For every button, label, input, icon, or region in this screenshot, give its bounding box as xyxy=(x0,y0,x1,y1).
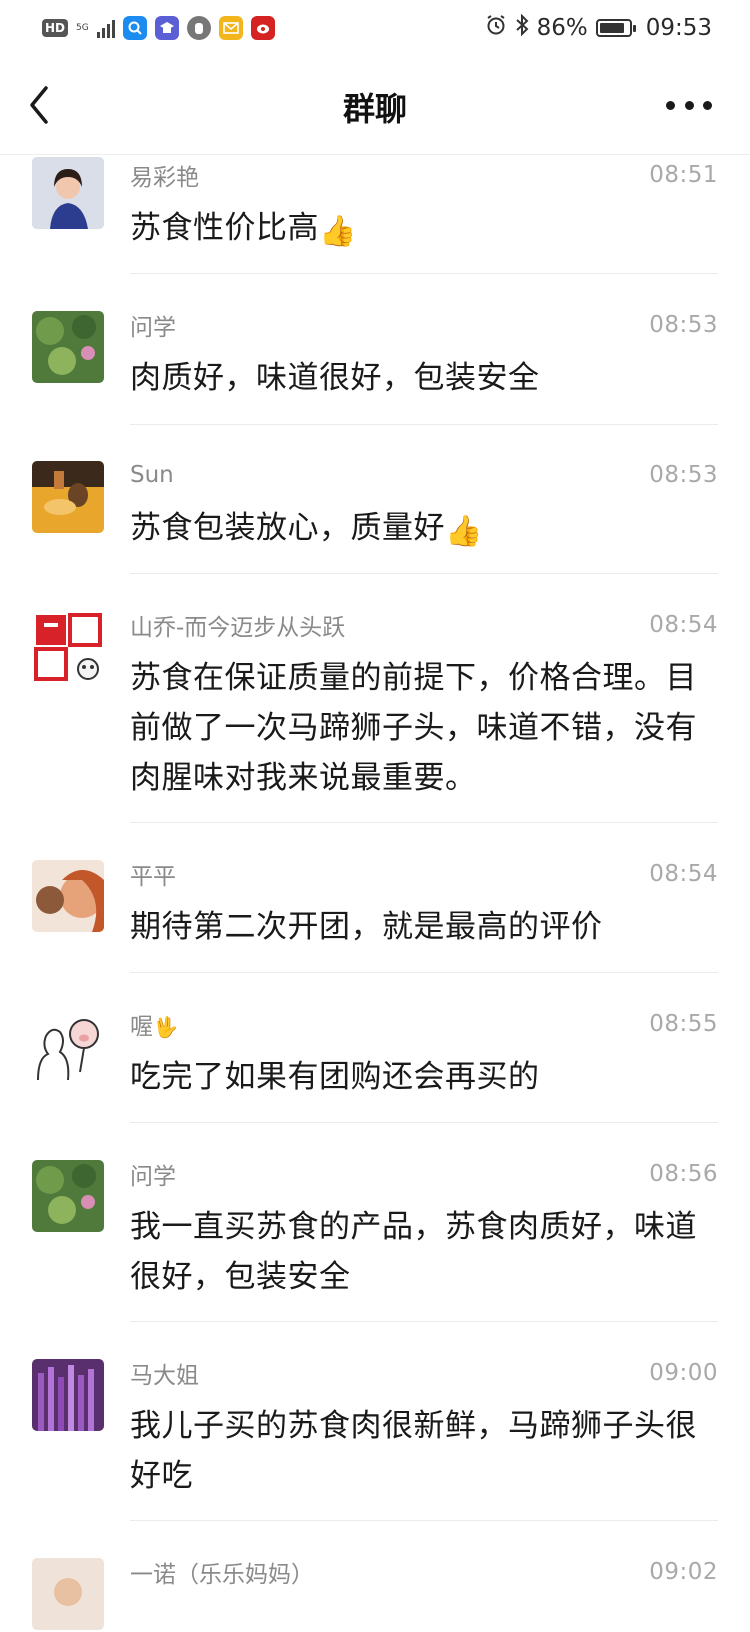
more-dot-icon xyxy=(684,100,694,110)
sender-name: 问学 xyxy=(130,315,176,341)
thumbs-up-icon: 👍 xyxy=(319,214,357,249)
avatar[interactable] xyxy=(32,1359,104,1431)
avatar[interactable] xyxy=(32,860,104,932)
network-type: 5G xyxy=(76,23,89,33)
message-time: 08:55 xyxy=(649,1011,718,1037)
message-time: 08:56 xyxy=(649,1161,718,1187)
more-options-button[interactable] xyxy=(666,90,712,120)
alarm-icon xyxy=(485,14,507,42)
message-time: 09:02 xyxy=(649,1559,718,1585)
message-content: 苏食性价比高 xyxy=(130,210,319,246)
hand-app-icon xyxy=(186,16,211,40)
page-title: 群聊 xyxy=(342,90,407,128)
message-body: 问学 08:53 肉质好，味道很好，包装安全 xyxy=(130,305,718,425)
message-body: 喔🖖 08:55 吃完了如果有团购还会再买的 xyxy=(130,1004,718,1123)
message-text: 苏食性价比高👍 xyxy=(130,203,718,253)
message-text: 吃完了如果有团购还会再买的 xyxy=(130,1059,540,1095)
message-body: 山乔-而今迈步从头跃 08:54 苏食在保证质量的前提下，价格合理。目前做了一次… xyxy=(130,605,718,823)
message-item: 喔🖖 08:55 吃完了如果有团购还会再买的 xyxy=(0,1004,750,1154)
message-text: 我一直买苏食的产品，苏食肉质好，味道很好，包装安全 xyxy=(130,1209,697,1295)
message-list: 易彩艳 08:51 苏食性价比高👍 问学 08:53 肉质好，味道很好，包装安全 xyxy=(0,155,750,1632)
message-time: 08:53 xyxy=(649,312,718,338)
sender-name: Sun xyxy=(130,462,174,488)
message-content: 苏食包装放心，质量好 xyxy=(130,510,445,546)
sender-name: 马大姐 xyxy=(130,1363,199,1389)
study-app-icon xyxy=(154,16,179,40)
message-text: 肉质好，味道很好，包装安全 xyxy=(130,360,540,396)
hd-badge: HD xyxy=(42,19,69,37)
signal-icon xyxy=(96,18,115,38)
battery-percent: 86% xyxy=(536,15,588,41)
more-dot-icon xyxy=(703,100,712,110)
message-time: 08:54 xyxy=(649,861,718,887)
sender-name-wrap: 喔🖖 xyxy=(130,1007,178,1041)
message-body: 问学 08:56 我一直买苏食的产品，苏食肉质好，味道很好，包装安全 xyxy=(130,1154,718,1322)
avatar[interactable] xyxy=(32,311,104,383)
message-item: 一诺（乐乐妈妈） 09:02 xyxy=(0,1552,750,1632)
vulcan-salute-icon: 🖖 xyxy=(153,1015,178,1039)
nav-bar: 群聊 xyxy=(0,58,750,155)
message-item: 马大姐 09:00 我儿子买的苏食肉很新鲜，马蹄狮子头很好吃 xyxy=(0,1353,750,1552)
message-time: 09:00 xyxy=(649,1360,718,1386)
message-item: 平平 08:54 期待第二次开团，就是最高的评价 xyxy=(0,854,750,1004)
message-time: 08:53 xyxy=(649,462,718,488)
avatar[interactable] xyxy=(32,1160,104,1232)
message-text: 苏食在保证质量的前提下，价格合理。目前做了一次马蹄狮子头，味道不错，没有肉腥味对… xyxy=(130,660,697,796)
message-item: 问学 08:56 我一直买苏食的产品，苏食肉质好，味道很好，包装安全 xyxy=(0,1154,750,1353)
message-text: 期待第二次开团，就是最高的评价 xyxy=(130,909,603,945)
mail-app-icon xyxy=(218,16,243,40)
message-text: 苏食包装放心，质量好👍 xyxy=(130,503,718,553)
status-bar: HD 5G 86% 09:53 xyxy=(0,0,750,56)
message-body: 一诺（乐乐妈妈） 09:02 xyxy=(130,1552,718,1632)
message-item: 易彩艳 08:51 苏食性价比高👍 xyxy=(0,155,750,305)
avatar[interactable] xyxy=(32,611,104,683)
weibo-app-icon xyxy=(250,16,275,40)
sender-name: 一诺（乐乐妈妈） xyxy=(130,1562,314,1588)
battery-icon xyxy=(595,19,636,37)
search-app-icon xyxy=(122,16,147,40)
message-text: 我儿子买的苏食肉很新鲜，马蹄狮子头很好吃 xyxy=(130,1408,697,1494)
status-bar-right: 86% 09:53 xyxy=(485,13,712,42)
message-item: Sun 08:53 苏食包装放心，质量好👍 xyxy=(0,455,750,605)
network-indicator: 5G xyxy=(76,23,89,33)
avatar[interactable] xyxy=(32,1558,104,1630)
avatar[interactable] xyxy=(32,157,104,229)
message-body: Sun 08:53 苏食包装放心，质量好👍 xyxy=(130,455,718,574)
avatar[interactable] xyxy=(32,1010,104,1082)
sender-name: 问学 xyxy=(130,1164,176,1190)
more-dot-icon xyxy=(666,100,675,110)
thumbs-up-icon: 👍 xyxy=(445,514,483,549)
message-item: 问学 08:53 肉质好，味道很好，包装安全 xyxy=(0,305,750,455)
message-item: 山乔-而今迈步从头跃 08:54 苏食在保证质量的前提下，价格合理。目前做了一次… xyxy=(0,605,750,854)
sender-name: 喔 xyxy=(130,1014,153,1040)
status-bar-left: HD 5G xyxy=(42,16,275,40)
avatar[interactable] xyxy=(32,461,104,533)
clock: 09:53 xyxy=(645,15,712,41)
sender-name: 易彩艳 xyxy=(130,165,199,191)
sender-name: 平平 xyxy=(130,864,176,890)
message-body: 马大姐 09:00 我儿子买的苏食肉很新鲜，马蹄狮子头很好吃 xyxy=(130,1353,718,1521)
message-time: 08:51 xyxy=(649,162,718,188)
message-body: 平平 08:54 期待第二次开团，就是最高的评价 xyxy=(130,854,718,973)
message-body: 易彩艳 08:51 苏食性价比高👍 xyxy=(130,155,718,274)
sender-name: 山乔-而今迈步从头跃 xyxy=(130,615,346,641)
message-time: 08:54 xyxy=(649,612,718,638)
bluetooth-icon xyxy=(515,13,529,42)
